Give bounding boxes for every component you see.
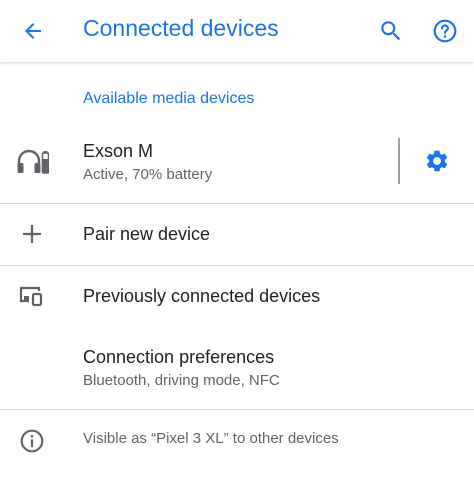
help-button[interactable] [426,12,464,50]
visibility-text: Visible as “Pixel 3 XL” to other devices [83,430,339,447]
device-name: Exson M [83,141,154,161]
plus-icon [14,216,50,252]
headset-battery-icon [14,144,50,180]
connection-preferences-label: Connection preferences [83,347,275,367]
help-icon [433,19,457,43]
connection-preferences-row[interactable]: Connection preferences Bluetooth, drivin… [0,336,474,408]
device-status: Active, 70% battery [83,166,213,183]
connection-preferences-summary: Bluetooth, driving mode, NFC [83,372,280,389]
page-title: Connected devices [83,15,279,41]
previously-connected-devices-row[interactable]: Previously connected devices [0,266,474,327]
arrow-back-icon [25,23,41,39]
section-header-available-media: Available media devices [83,90,255,107]
search-button[interactable] [372,12,410,50]
previously-connected-devices-label: Previously connected devices [83,286,321,306]
vertical-divider [398,138,400,184]
search-icon [381,21,401,41]
app-bar: Connected devices [0,0,474,62]
back-button[interactable] [14,12,52,50]
info-icon [14,423,50,459]
device-row-exson-m[interactable]: Exson M Active, 70% battery [0,130,474,202]
devices-icon [14,278,50,314]
device-settings-button[interactable] [418,142,456,180]
visibility-footer: Visible as “Pixel 3 XL” to other devices [0,410,474,470]
gear-icon [426,150,448,172]
pair-new-device-label: Pair new device [83,224,211,244]
pair-new-device-row[interactable]: Pair new device [0,204,474,265]
